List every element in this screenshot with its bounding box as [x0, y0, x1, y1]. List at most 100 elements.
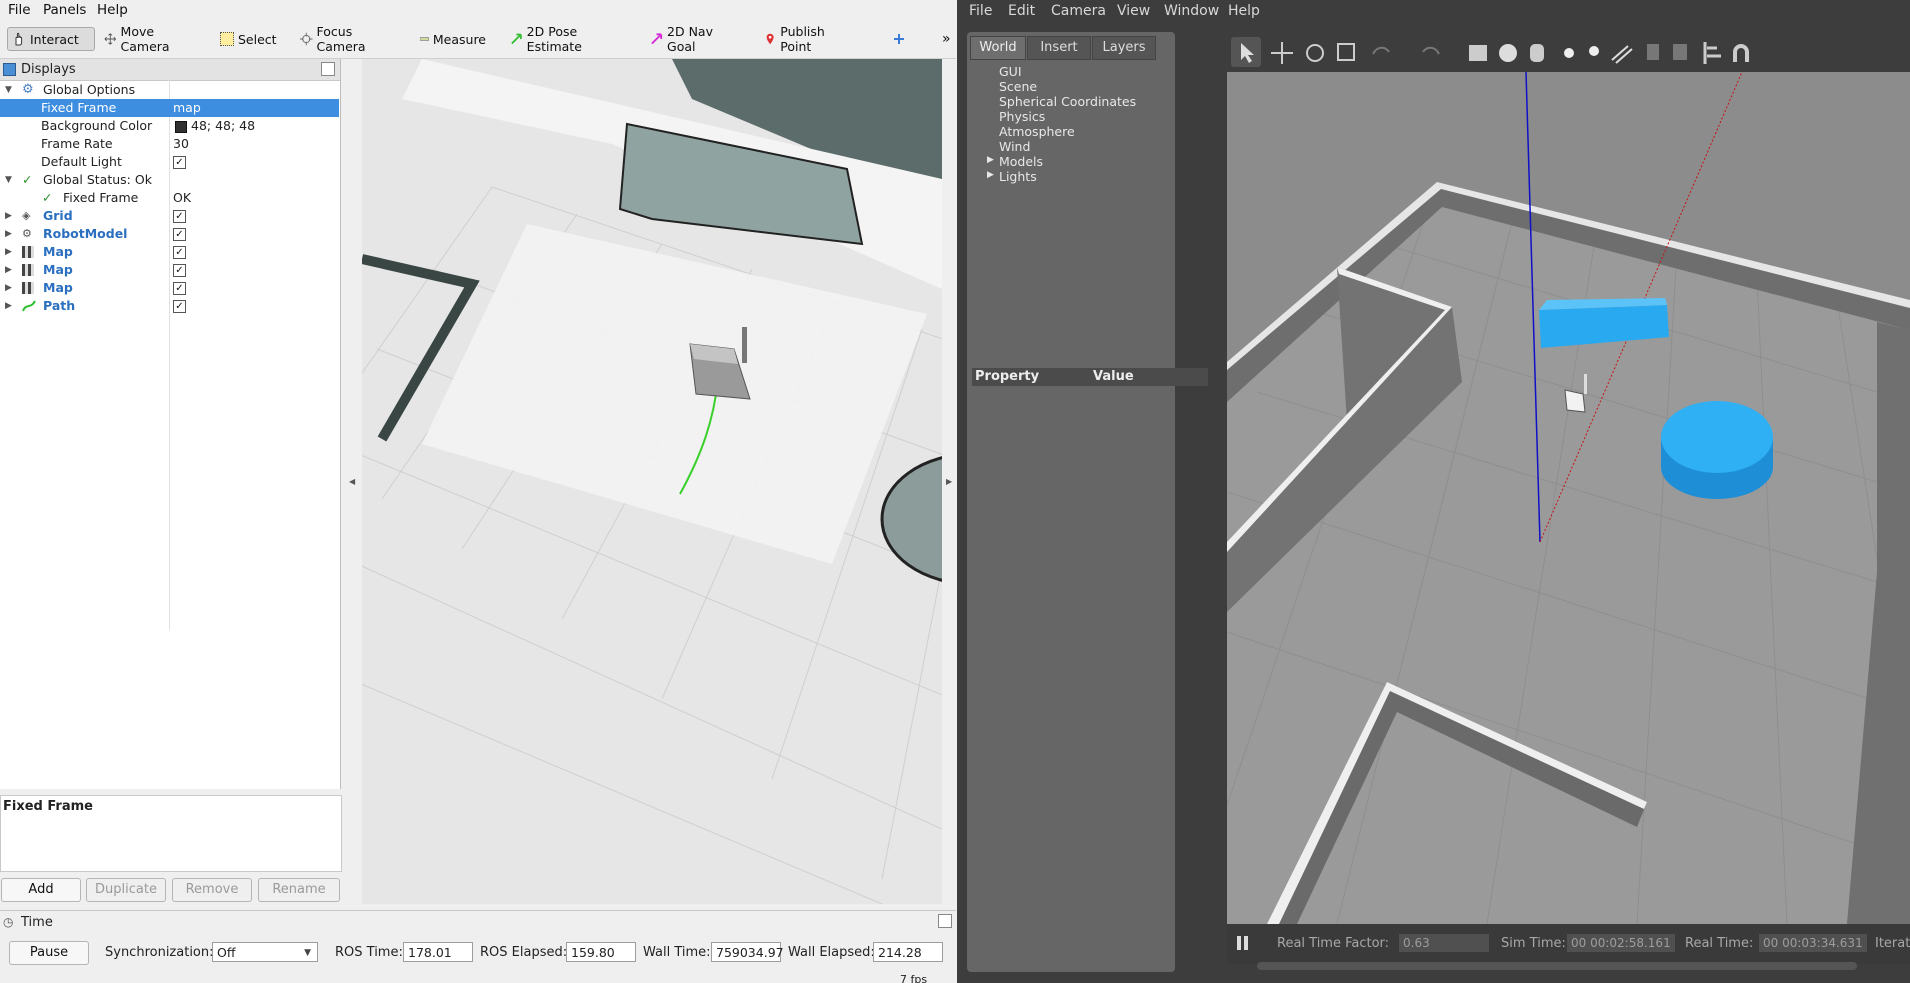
- display-enable-checkbox[interactable]: ✓: [173, 228, 186, 241]
- display-enable-checkbox[interactable]: ✓: [173, 264, 186, 277]
- rename-display-button[interactable]: Rename: [258, 878, 340, 902]
- collapse-left-arrow-icon[interactable]: ◀: [349, 477, 355, 486]
- move-arrows-icon: [104, 33, 116, 45]
- tab-world[interactable]: World: [970, 36, 1026, 60]
- measure-tool-button[interactable]: Measure: [416, 27, 490, 51]
- display-item-grid[interactable]: ▶ ◈ Grid ✓: [0, 207, 339, 225]
- right-dock-splitter[interactable]: ▶: [943, 59, 956, 904]
- default-light-row[interactable]: Default Light ✓: [0, 153, 339, 171]
- select-label: Select: [238, 31, 277, 47]
- collapse-arrow-icon[interactable]: ▶: [5, 243, 12, 261]
- collapse-right-arrow-icon[interactable]: ▶: [946, 477, 952, 486]
- tab-insert[interactable]: Insert: [1027, 36, 1091, 60]
- collapse-arrow-icon[interactable]: ▶: [5, 261, 12, 279]
- duplicate-display-button[interactable]: Duplicate: [86, 878, 166, 902]
- world-item-scene[interactable]: Scene: [999, 79, 1037, 94]
- global-options-row[interactable]: ▼ ⚙ Global Options: [0, 81, 339, 99]
- collapse-arrow-icon[interactable]: ▶: [5, 225, 12, 243]
- collapse-arrow-icon[interactable]: ▶: [5, 297, 12, 315]
- collapse-arrow-icon[interactable]: ▶: [5, 207, 12, 225]
- status-fixed-frame-row[interactable]: ✓ Fixed Frame OK: [0, 189, 339, 207]
- left-dock-splitter[interactable]: ◀: [346, 59, 360, 904]
- wall-elapsed-field[interactable]: 214.28: [873, 942, 943, 962]
- background-color-row[interactable]: Background Color 48; 48; 48: [0, 117, 339, 135]
- check-ok-icon: ✓: [22, 172, 33, 187]
- gazebo-3d-view[interactable]: [1227, 72, 1910, 924]
- ros-time-label: ROS Time:: [335, 945, 403, 960]
- map-icon: [22, 264, 34, 276]
- tab-layers[interactable]: Layers: [1092, 36, 1156, 60]
- menu-help[interactable]: Help: [97, 2, 128, 18]
- expand-lights-arrow-icon[interactable]: ▶: [987, 170, 994, 180]
- expand-arrow-icon[interactable]: ▼: [5, 81, 12, 99]
- default-light-checkbox[interactable]: ✓: [173, 156, 186, 169]
- color-swatch[interactable]: [175, 121, 187, 133]
- ros-time-field[interactable]: 178.01: [403, 942, 473, 962]
- gz-menu-file[interactable]: File: [969, 3, 992, 19]
- pause-icon[interactable]: [1237, 936, 1241, 950]
- display-enable-checkbox[interactable]: ✓: [173, 282, 186, 295]
- global-status-row[interactable]: ▼ ✓ Global Status: Ok: [0, 171, 339, 189]
- sync-select[interactable]: Off ▼: [212, 942, 318, 962]
- move-camera-button[interactable]: Move Camera: [100, 24, 202, 54]
- remove-display-button[interactable]: Remove: [172, 878, 252, 902]
- display-enable-checkbox[interactable]: ✓: [173, 210, 186, 223]
- toolbar-overflow-button[interactable]: »: [938, 27, 954, 51]
- displays-header: Displays: [0, 59, 340, 81]
- world-item-models[interactable]: Models: [999, 154, 1043, 169]
- collapse-arrow-icon[interactable]: ▶: [5, 279, 12, 297]
- publish-point-button[interactable]: Publish Point: [760, 24, 854, 54]
- display-enable-checkbox[interactable]: ✓: [173, 300, 186, 313]
- expand-models-arrow-icon[interactable]: ▶: [987, 155, 994, 165]
- gazebo-window: File Edit Camera View Window Help World …: [957, 0, 1910, 983]
- focus-crosshair-icon: [300, 32, 313, 46]
- pose-estimate-button[interactable]: 2D Pose Estimate: [506, 24, 630, 54]
- gz-menu-camera[interactable]: Camera: [1051, 3, 1106, 19]
- display-item-map-1[interactable]: ▶ Map ✓: [0, 243, 339, 261]
- world-item-lights[interactable]: Lights: [999, 169, 1037, 184]
- gz-menu-view[interactable]: View: [1117, 3, 1150, 19]
- pause-button[interactable]: Pause: [9, 941, 89, 965]
- expand-arrow-icon[interactable]: ▼: [5, 171, 12, 189]
- display-item-map-3[interactable]: ▶ Map ✓: [0, 279, 339, 297]
- nav-goal-button[interactable]: 2D Nav Goal: [646, 24, 744, 54]
- focus-camera-button[interactable]: Focus Camera: [296, 24, 400, 54]
- world-item-physics[interactable]: Physics: [999, 109, 1045, 124]
- property-table-header: Property Value: [972, 368, 1208, 386]
- add-display-button[interactable]: Add: [1, 878, 81, 902]
- gz-menu-help[interactable]: Help: [1228, 3, 1260, 19]
- interact-tool-button[interactable]: Interact: [7, 27, 95, 51]
- displays-undock-button[interactable]: [321, 62, 335, 76]
- fixed-frame-row[interactable]: Fixed Frame map: [0, 99, 339, 117]
- world-item-spherical-coordinates[interactable]: Spherical Coordinates: [999, 94, 1136, 109]
- wall-elapsed-label: Wall Elapsed:: [788, 945, 875, 960]
- frame-rate-row[interactable]: Frame Rate 30: [0, 135, 339, 153]
- wall-time-field[interactable]: 759034.97: [711, 942, 784, 962]
- horizontal-scrollbar[interactable]: [1257, 962, 1857, 970]
- time-undock-button[interactable]: [938, 914, 952, 928]
- gz-menu-window[interactable]: Window: [1164, 3, 1219, 19]
- frame-rate-value[interactable]: 30: [173, 135, 189, 153]
- gz-menu-edit[interactable]: Edit: [1008, 3, 1035, 19]
- display-enable-checkbox[interactable]: ✓: [173, 246, 186, 259]
- gazebo-status-bar: Real Time Factor: 0.63 Sim Time: 00 00:0…: [1227, 924, 1910, 964]
- world-item-gui[interactable]: GUI: [999, 64, 1022, 79]
- rviz-toolbar: Interact Move Camera Select Focus Camera…: [0, 20, 956, 59]
- add-tool-button[interactable]: [888, 27, 910, 51]
- world-item-wind[interactable]: Wind: [999, 139, 1030, 154]
- display-item-robotmodel[interactable]: ▶ ⚙ RobotModel ✓: [0, 225, 339, 243]
- background-color-label: Background Color: [41, 118, 153, 133]
- time-title: Time: [21, 915, 53, 930]
- rviz-3d-viewport[interactable]: [362, 59, 942, 904]
- display-item-map-2[interactable]: ▶ Map ✓: [0, 261, 339, 279]
- menu-panels[interactable]: Panels: [43, 2, 86, 18]
- select-tool-button[interactable]: Select: [216, 27, 284, 51]
- grid-icon: ◈: [22, 209, 31, 222]
- fixed-frame-value[interactable]: map: [173, 99, 201, 117]
- map-icon: [22, 282, 34, 294]
- ros-elapsed-field[interactable]: 159.80: [566, 942, 636, 962]
- display-item-path[interactable]: ▶ Path ✓: [0, 297, 339, 315]
- background-color-value[interactable]: 48; 48; 48: [191, 117, 255, 135]
- world-item-atmosphere[interactable]: Atmosphere: [999, 124, 1075, 139]
- menu-file[interactable]: File: [8, 2, 31, 18]
